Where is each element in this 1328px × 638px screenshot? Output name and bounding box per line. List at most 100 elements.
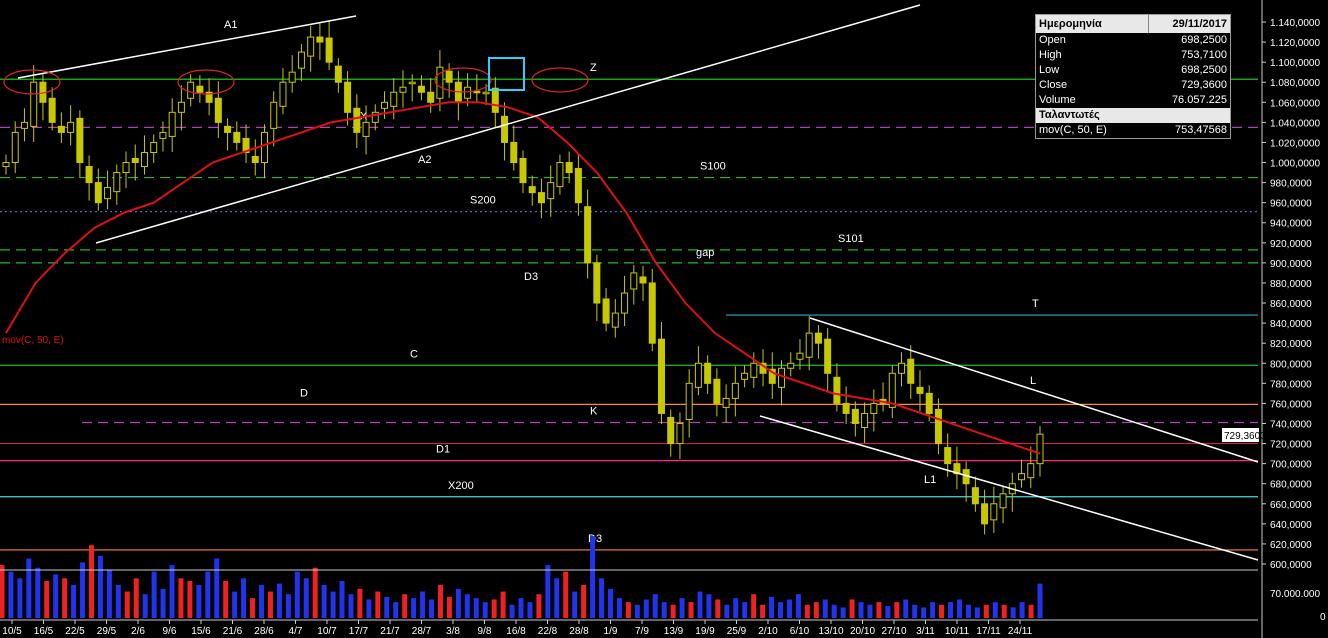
volume-bar: [455, 588, 461, 618]
date-tick-label: 2/10: [758, 626, 778, 637]
candle-body: [344, 81, 352, 113]
date-tick-label: 3/8: [446, 626, 460, 637]
close-value: 729,3600: [1181, 79, 1227, 91]
volume-bar: [733, 598, 739, 618]
price-tick-label: 620,0000: [1270, 540, 1312, 551]
price-tick-label: 1.120,0000: [1270, 38, 1320, 49]
date-tick-label: 22/5: [65, 626, 85, 637]
candle-body: [713, 378, 721, 404]
high-row: High 753,7100: [1036, 48, 1230, 63]
volume-value: 76.057.225: [1171, 94, 1227, 106]
volume-bar: [124, 591, 130, 618]
candle-body: [574, 168, 582, 204]
date-value: 29/11/2017: [1172, 18, 1227, 30]
price-tick-label: 860,0000: [1270, 299, 1312, 310]
volume-bar: [267, 591, 273, 618]
volume-bar: [312, 567, 318, 618]
volume-bar: [706, 594, 712, 618]
oscillators-label: Ταλαντωτές: [1039, 109, 1100, 121]
info-panel: Ημερομηνία 29/11/2017 Open 698,2500 High…: [1035, 14, 1231, 139]
price-tick-label: 740,0000: [1270, 419, 1312, 430]
volume-bar: [804, 604, 810, 618]
open-value: 698,2500: [1181, 34, 1227, 46]
date-tick-label: 22/8: [538, 626, 558, 637]
volume-bar: [402, 594, 408, 618]
date-tick-label: 16/5: [34, 626, 54, 637]
volume-bar: [948, 602, 954, 618]
candle-body: [224, 125, 232, 133]
volume-bar: [822, 599, 828, 618]
volume-bar: [250, 598, 256, 618]
candle-body: [861, 412, 869, 428]
price-tick-label: 1.140,0000: [1270, 18, 1320, 29]
date-tick-label: 1/9: [604, 626, 618, 637]
candle-body: [870, 402, 878, 414]
price-tick-label: 1.040,0000: [1270, 118, 1320, 129]
price-tick-label: 800,0000: [1270, 359, 1312, 370]
volume-bar: [106, 570, 112, 618]
volume-bar: [321, 584, 327, 618]
volume-bar: [348, 594, 354, 618]
date-tick-label: 10/11: [945, 626, 970, 637]
volume-bar: [983, 604, 989, 618]
price-tick-label: 700,0000: [1270, 460, 1312, 471]
volume-bar: [849, 599, 855, 618]
volume-bar: [62, 578, 68, 618]
candle-body: [916, 386, 924, 394]
volume-bar: [509, 604, 515, 618]
date-tick-label: 16/8: [506, 626, 526, 637]
date-tick-label: 20/10: [850, 626, 875, 637]
candle-body: [20, 121, 28, 129]
volume-bar: [581, 584, 587, 618]
volume-bar: [53, 574, 59, 618]
candle-body: [251, 155, 259, 164]
candle-body: [805, 332, 813, 358]
volume-bar: [518, 598, 524, 618]
close-label: Close: [1039, 79, 1068, 91]
volume-bar: [26, 558, 32, 618]
candle-body: [694, 362, 702, 388]
chart-annotation: D3: [524, 271, 538, 283]
candle-body: [722, 397, 730, 408]
volume-bar: [813, 602, 819, 618]
volume-bar: [795, 594, 801, 618]
candle-body: [417, 85, 425, 93]
date-tick-label: 29/5: [97, 626, 117, 637]
volume-bar: [643, 599, 649, 618]
price-tick-label: 960,0000: [1270, 199, 1312, 210]
price-tick-label: 680,0000: [1270, 480, 1312, 491]
date-tick-label: 27/10: [881, 626, 906, 637]
date-tick-label: 9/8: [478, 626, 492, 637]
volume-bar: [411, 598, 417, 618]
candle-body: [630, 272, 638, 290]
date-tick-label: 17/11: [976, 626, 1001, 637]
volume-bar: [133, 578, 139, 618]
volume-bar: [437, 584, 443, 618]
date-tick-label: 10/5: [2, 626, 22, 637]
volume-bar: [607, 588, 613, 618]
volume-bar: [1019, 602, 1025, 618]
candle-body: [602, 298, 610, 324]
candle-body: [537, 192, 545, 204]
volume-bar: [115, 584, 121, 618]
volume-bar: [142, 594, 148, 618]
level-label: D: [300, 387, 308, 399]
volume-bar: [259, 584, 264, 618]
candle-body: [547, 182, 555, 200]
candle-body: [833, 376, 841, 404]
candle-body: [353, 107, 361, 133]
volume-bar: [88, 545, 94, 618]
date-tick-label: 17/7: [349, 626, 369, 637]
price-tick-label: 820,0000: [1270, 339, 1312, 350]
price-tick-label: 720,0000: [1270, 440, 1312, 451]
volume-bar: [303, 578, 309, 618]
candle-body: [48, 97, 56, 123]
candle-body: [2, 162, 10, 168]
high-value: 753,7100: [1181, 49, 1227, 61]
candle-body: [648, 282, 656, 344]
candle-body: [565, 162, 573, 174]
candle-body: [464, 86, 472, 99]
chart-annotation: A2: [418, 154, 431, 166]
date-tick-label: 10/7: [317, 626, 337, 637]
candle-body: [934, 408, 942, 445]
